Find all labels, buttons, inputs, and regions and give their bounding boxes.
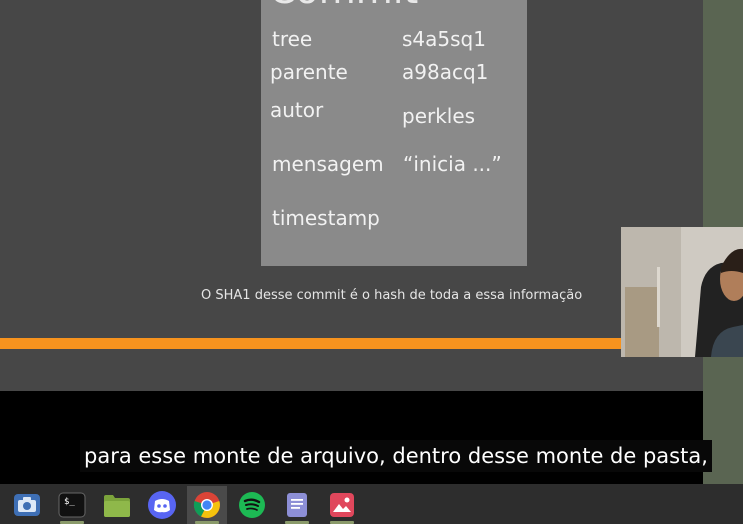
image-viewer-icon [330, 493, 354, 517]
taskbar: $_ [0, 484, 743, 524]
discord-icon [148, 491, 176, 519]
taskbar-item-image-viewer[interactable] [322, 486, 362, 524]
accent-bar [0, 338, 621, 349]
field-value-parente: a98acq1 [402, 60, 489, 84]
taskbar-item-files[interactable] [97, 486, 137, 524]
field-value-tree: s4a5sq1 [402, 27, 486, 51]
field-key-timestamp: timestamp [272, 206, 380, 230]
presentation-slide: Commit tree s4a5sq1 parente a98acq1 auto… [0, 0, 703, 391]
taskbar-item-screenshot[interactable] [7, 486, 47, 524]
field-value-autor: perkles [402, 104, 476, 128]
chrome-icon [193, 492, 220, 518]
taskbar-item-terminal[interactable]: $_ [52, 486, 92, 524]
field-value-mensagem: “inicia ...” [403, 152, 502, 176]
taskbar-item-discord[interactable] [142, 486, 182, 524]
taskbar-item-chrome[interactable] [187, 486, 227, 524]
field-key-parente: parente [270, 60, 348, 84]
files-icon [104, 495, 130, 517]
svg-text:$_: $_ [64, 497, 75, 507]
text-editor-icon [287, 493, 307, 517]
commit-box: Commit tree s4a5sq1 parente a98acq1 auto… [261, 0, 527, 266]
field-key-tree: tree [272, 27, 313, 51]
taskbar-item-text-editor[interactable] [277, 486, 317, 524]
field-key-mensagem: mensagem [272, 152, 384, 176]
webcam-image [621, 227, 743, 357]
commit-title: Commit [269, 0, 418, 12]
taskbar-item-spotify[interactable] [232, 486, 272, 524]
terminal-icon: $_ [58, 492, 86, 518]
subtitle-text: para esse monte de arquivo, dentro desse… [80, 440, 712, 472]
screenshot-icon [14, 494, 40, 516]
field-key-autor: autor [270, 98, 324, 122]
spotify-icon [239, 492, 265, 518]
webcam-overlay [621, 227, 743, 357]
slide-caption: O SHA1 desse commit é o hash de toda a e… [201, 288, 583, 303]
